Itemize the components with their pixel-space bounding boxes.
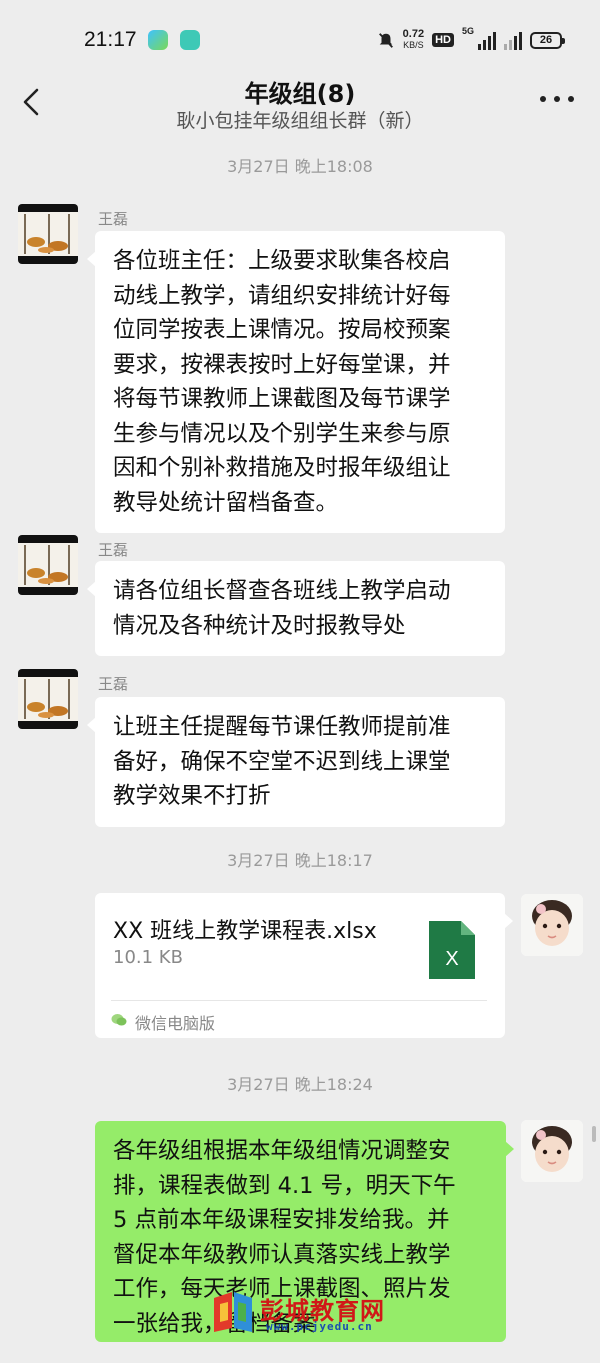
message-line: 排，课程表做到 4.1 号，明天下午 xyxy=(113,1172,456,1199)
status-bar: 21:17 0.72 KB/S HD 5G 26 xyxy=(0,0,600,70)
video-app-icon xyxy=(148,30,168,50)
watermark-logo-icon xyxy=(214,1292,252,1332)
sender-avatar[interactable] xyxy=(18,204,78,264)
message-line: 5 点前本年级课程安排发给我。并 xyxy=(113,1207,450,1233)
message-line: 让班主任提醒每节课任教师提前准 xyxy=(113,714,451,740)
message-line: 教导处统计留档备查。 xyxy=(113,489,339,516)
message-bubble[interactable]: 各位班主任：上级要求耿集各校启 动线上教学，请组织安排统计好每 位同学按表上课情… xyxy=(87,231,505,533)
divider xyxy=(111,1000,487,1001)
my-avatar[interactable] xyxy=(521,1120,583,1182)
my-avatar[interactable] xyxy=(521,894,583,956)
net-speed-value: 0.72 xyxy=(402,28,425,40)
sender-name: 王磊 xyxy=(98,210,129,228)
message-line: 备好，确保不空堂不迟到线上课堂 xyxy=(113,748,451,775)
message-line: 各位班主任：上级要求耿集各校启 xyxy=(113,248,451,274)
message-bubble[interactable]: 请各位组长督查各班线上教学启动 情况及各种统计及时报教导处 xyxy=(87,561,505,656)
message-line: 教学效果不打折 xyxy=(113,783,271,809)
chat-header: 年级组(8) 耿小包挂年级组组长群（新） xyxy=(0,68,600,138)
message-line: 因和个别补救措施及时报年级组让 xyxy=(113,455,451,481)
message-line: 生参与情况以及个别学生来参与原 xyxy=(113,420,451,447)
message-line: 情况及各种统计及时报教导处 xyxy=(113,612,406,639)
message-line: 将每节课教师上课截图及每节课学 xyxy=(113,386,451,412)
message-line: 位同学按表上课情况。按局校预案 xyxy=(113,317,451,343)
watermark: 彭城教育网 www.pcjyedu.cn xyxy=(210,1288,400,1338)
message-app-icon xyxy=(180,30,200,50)
message-line: 各年级组根据本年级组情况调整安 xyxy=(113,1138,451,1164)
sender-name: 王磊 xyxy=(98,675,129,693)
chat-subtitle: 耿小包挂年级组组长群（新） xyxy=(176,110,424,132)
file-message[interactable]: XX 班线上教学课程表.xlsx 10.1 KB X 微信电脑版 xyxy=(95,893,513,1038)
message-bubble[interactable]: 让班主任提醒每节课任教师提前准 备好，确保不空堂不迟到线上课堂 教学效果不打折 xyxy=(87,697,505,827)
excel-file-icon: X xyxy=(429,921,475,979)
sender-avatar[interactable] xyxy=(18,669,78,729)
timestamp: 3月27日 晚上18:08 xyxy=(227,157,373,176)
sender-name: 王磊 xyxy=(98,541,129,559)
message-line: 动线上教学，请组织安排统计好每 xyxy=(113,282,451,309)
message-line: 督促本年级教师认真落实线上教学 xyxy=(113,1241,451,1268)
timestamp: 3月27日 晚上18:24 xyxy=(227,1075,373,1094)
battery-icon: 26 xyxy=(530,31,565,49)
mute-icon xyxy=(378,33,393,48)
sender-avatar[interactable] xyxy=(18,535,78,595)
signal-strength-icon xyxy=(478,30,496,50)
net-speed: 0.72 KB/S xyxy=(403,29,424,51)
chat-title: 年级组(8) xyxy=(244,80,356,108)
status-time: 21:17 xyxy=(84,28,137,51)
scrollbar[interactable] xyxy=(592,1126,596,1142)
excel-icon-label: X xyxy=(445,948,458,970)
timestamp: 3月27日 晚上18:17 xyxy=(227,851,373,870)
file-name: XX 班线上教学课程表.xlsx xyxy=(113,919,377,944)
file-source: 微信电脑版 xyxy=(135,1014,216,1033)
more-icon[interactable] xyxy=(540,96,574,108)
network-type-label: 5G xyxy=(461,26,474,36)
file-size: 10.1 KB xyxy=(113,947,183,968)
watermark-url: www.pcjyedu.cn xyxy=(266,1320,373,1333)
signal-secondary-icon xyxy=(504,30,522,50)
status-indicators: 0.72 KB/S HD 5G 26 xyxy=(377,26,565,54)
message-line: 要求，按裸表按时上好每堂课，并 xyxy=(113,351,451,378)
hd-badge: HD xyxy=(432,33,454,47)
net-speed-unit: KB/S xyxy=(403,40,424,50)
wechat-pc-icon xyxy=(111,1014,127,1026)
message-line: 请各位组长督查各班线上教学启动 xyxy=(113,578,451,604)
